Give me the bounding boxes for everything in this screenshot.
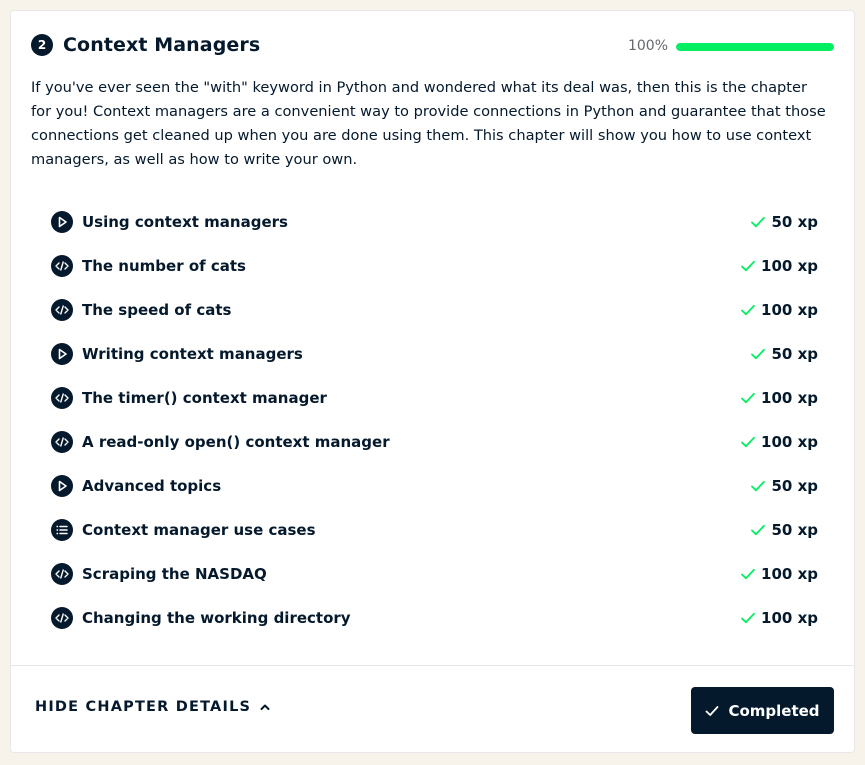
exercise-item[interactable]: The timer() context manager 100 xp <box>51 376 818 420</box>
footer-divider <box>11 665 854 666</box>
exercise-item[interactable]: The number of cats 100 xp <box>51 244 818 288</box>
check-icon <box>751 480 766 492</box>
exercise-xp: 50 xp <box>771 477 818 495</box>
exercise-item[interactable]: Context manager use cases 50 xp <box>51 508 818 552</box>
check-icon <box>741 568 755 580</box>
code-icon <box>51 563 73 585</box>
chapter-description: If you've ever seen the "with" keyword i… <box>31 79 826 168</box>
exercise-status: 100 xp <box>740 565 818 583</box>
exercise-status: 50 xp <box>750 477 818 495</box>
exercise-xp: 100 xp <box>761 433 818 451</box>
play-icon <box>51 343 73 365</box>
exercise-title: Changing the working directory <box>82 609 351 627</box>
check-icon <box>751 524 766 536</box>
code-icon <box>51 387 73 409</box>
code-icon <box>51 299 73 321</box>
exercise-xp: 100 xp <box>761 565 818 583</box>
exercise-item[interactable]: Using context managers 50 xp <box>51 200 818 244</box>
exercise-xp: 50 xp <box>771 521 818 539</box>
exercise-item[interactable]: Scraping the NASDAQ 100 xp <box>51 552 818 596</box>
exercise-title: Advanced topics <box>82 477 222 495</box>
exercise-status: 50 xp <box>750 213 818 231</box>
code-icon <box>51 255 73 277</box>
hide-chapter-details-toggle[interactable]: HIDE CHAPTER DETAILS <box>35 699 271 715</box>
exercise-xp: 50 xp <box>771 213 818 231</box>
exercise-status: 100 xp <box>740 433 818 451</box>
check-icon <box>751 216 766 228</box>
exercise-title: The timer() context manager <box>82 389 327 407</box>
exercise-status: 100 xp <box>740 257 818 275</box>
progress-bar <box>676 43 834 51</box>
progress-percent: 100% <box>627 38 668 54</box>
exercise-title: Using context managers <box>82 213 288 231</box>
exercise-xp: 50 xp <box>771 345 818 363</box>
check-icon <box>741 260 755 272</box>
play-icon <box>51 211 73 233</box>
exercise-status: 100 xp <box>740 389 818 407</box>
exercise-item[interactable]: Writing context managers 50 xp <box>51 332 818 376</box>
check-icon <box>741 392 755 404</box>
exercise-status: 50 xp <box>750 521 818 539</box>
completed-label: Completed <box>728 701 820 720</box>
check-icon <box>751 348 766 360</box>
exercise-list: Using context managers 50 xp The number of… <box>51 200 818 640</box>
check-icon <box>741 612 755 624</box>
play-icon <box>51 475 73 497</box>
code-icon <box>51 431 73 453</box>
check-icon <box>741 304 755 316</box>
hide-chapter-details-label: HIDE CHAPTER DETAILS <box>35 699 252 715</box>
chapter-number-badge: 2 <box>31 34 53 56</box>
exercise-item[interactable]: Changing the working directory 100 xp <box>51 596 818 640</box>
exercise-title: The speed of cats <box>82 301 232 319</box>
exercise-item[interactable]: The speed of cats 100 xp <box>51 288 818 332</box>
exercise-item[interactable]: Advanced topics 50 xp <box>51 464 818 508</box>
exercise-item[interactable]: A read-only open() context manager 100 xp <box>51 420 818 464</box>
chevron-up-icon <box>260 704 270 710</box>
completed-button[interactable]: Completed <box>691 687 834 734</box>
check-icon <box>741 436 755 448</box>
exercise-xp: 100 xp <box>761 301 818 319</box>
exercise-xp: 100 xp <box>761 389 818 407</box>
chapter-title: Context Managers <box>63 34 261 56</box>
exercise-title: A read-only open() context manager <box>82 433 390 451</box>
exercise-title: Writing context managers <box>82 345 303 363</box>
code-icon <box>51 607 73 629</box>
check-icon <box>706 705 719 716</box>
exercise-status: 50 xp <box>750 345 818 363</box>
exercise-xp: 100 xp <box>761 609 818 627</box>
exercise-title: Scraping the NASDAQ <box>82 565 267 583</box>
exercise-status: 100 xp <box>740 609 818 627</box>
exercise-title: Context manager use cases <box>82 521 316 539</box>
chapter-header: 2 Context Managers 100% <box>31 31 834 61</box>
exercise-title: The number of cats <box>82 257 246 275</box>
exercise-xp: 100 xp <box>761 257 818 275</box>
list-icon <box>51 519 73 541</box>
progress-bar-fill <box>676 43 834 51</box>
chapter-card: 2 Context Managers 100% If you've ever s… <box>10 10 855 753</box>
exercise-status: 100 xp <box>740 301 818 319</box>
